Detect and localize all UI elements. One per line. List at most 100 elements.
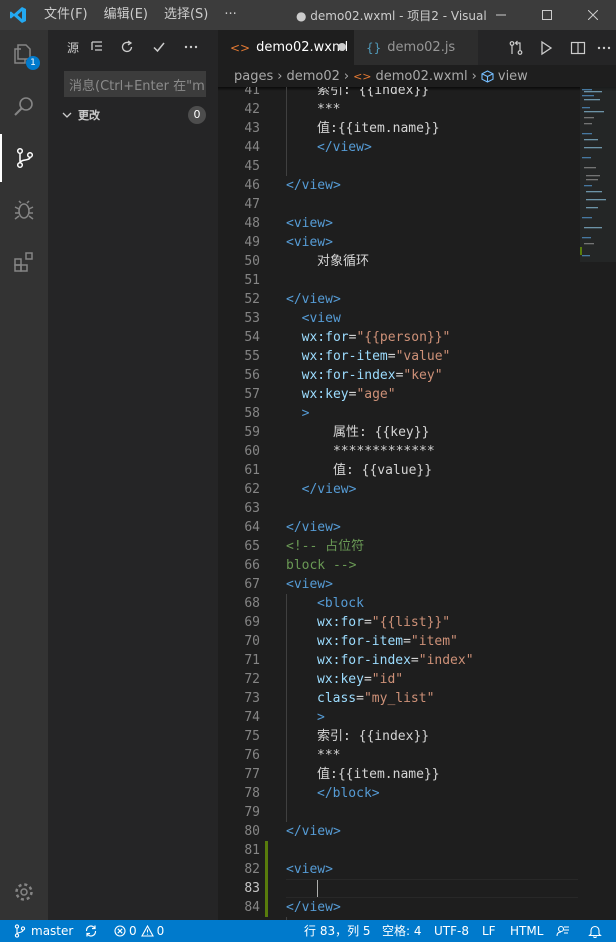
minimap[interactable] — [580, 87, 616, 287]
close-window-button[interactable] — [570, 0, 616, 30]
view-as-tree-icon[interactable] — [88, 38, 106, 56]
code-line[interactable]: 43 值:{{item.name}} — [218, 119, 578, 138]
code-line[interactable]: 80 </view> — [218, 822, 578, 841]
code-editor[interactable]: 41 索引: {{index}} 42 *** 43 值:{{item.name}} 44 <… — [218, 87, 616, 920]
language-mode[interactable]: HTML — [510, 920, 543, 942]
code-line[interactable]: 66 block --> — [218, 556, 578, 575]
more-actions-icon[interactable] — [182, 38, 200, 56]
source-control-sidebar: 源 消息(Ctrl+Enter 在"m... 更改 0 — [48, 30, 218, 920]
code-text: </view> — [286, 520, 341, 535]
menu-edit[interactable]: 编辑(E) — [96, 0, 156, 30]
code-line[interactable]: 77 值:{{item.name}} — [218, 765, 578, 784]
code-line[interactable]: 72 wx:key="id" — [218, 670, 578, 689]
commit-message-input[interactable]: 消息(Ctrl+Enter 在"m... — [64, 71, 206, 97]
code-line[interactable]: 70 wx:for-item="item" — [218, 632, 578, 651]
problems-status[interactable]: 0 0 — [114, 920, 164, 942]
code-line[interactable]: 59 属性: {{key}} — [218, 423, 578, 442]
code-line[interactable]: 55 wx:for-item="value" — [218, 347, 578, 366]
code-line[interactable]: 41 索引: {{index}} — [218, 87, 578, 100]
code-line[interactable]: 65 <!-- 占位符 — [218, 537, 578, 556]
tab-demo02-wxml[interactable]: <> demo02.wxml — [218, 30, 354, 65]
code-line[interactable]: 54 wx:for="{{person}}" — [218, 328, 578, 347]
code-text: 值:{{item.name}} — [317, 767, 440, 782]
changes-group[interactable]: 更改 0 — [48, 104, 218, 126]
tab-demo02-js[interactable]: {} demo02.js — [354, 30, 478, 65]
code-line[interactable]: 47 — [218, 195, 578, 214]
menu-selection[interactable]: 选择(S) — [156, 0, 216, 30]
code-line[interactable]: 69 wx:for="{{list}}" — [218, 613, 578, 632]
sync-button[interactable] — [84, 920, 98, 942]
error-icon — [114, 925, 126, 937]
feedback-button[interactable] — [556, 920, 570, 942]
code-line[interactable]: 52 </view> — [218, 290, 578, 309]
debug-icon[interactable] — [0, 186, 48, 234]
code-line[interactable]: 83 — [218, 879, 578, 898]
code-line[interactable]: 75 索引: {{index}} — [218, 727, 578, 746]
notifications-button[interactable] — [588, 920, 602, 942]
tab-label: demo02.js — [387, 40, 456, 55]
code-line[interactable]: 53 <view — [218, 309, 578, 328]
source-control-icon[interactable] — [0, 134, 48, 182]
code-line[interactable]: 62 </view> — [218, 480, 578, 499]
code-line[interactable]: 67 <view> — [218, 575, 578, 594]
breadcrumb-pages[interactable]: pages — [234, 69, 273, 84]
code-line[interactable]: 48 <view> — [218, 214, 578, 233]
code-text: wx:key="age" — [301, 387, 396, 402]
code-line[interactable]: 51 — [218, 271, 578, 290]
breadcrumb-file[interactable]: demo02.wxml — [376, 69, 468, 84]
code-line[interactable]: 57 wx:key="age" — [218, 385, 578, 404]
cursor-position[interactable]: 行 83，列 5 — [304, 920, 371, 942]
open-changes-icon[interactable] — [506, 38, 526, 58]
code-line[interactable]: 79 — [218, 803, 578, 822]
code-line[interactable]: 61 值: {{value}} — [218, 461, 578, 480]
search-icon[interactable] — [0, 82, 48, 130]
line-number: 81 — [244, 843, 260, 858]
extensions-icon[interactable] — [0, 238, 48, 286]
code-line[interactable]: 50 对象循环 — [218, 252, 578, 271]
line-number: 53 — [244, 311, 260, 326]
code-line[interactable]: 44 </view> — [218, 138, 578, 157]
code-line[interactable]: 84 </view> — [218, 898, 578, 917]
code-line[interactable]: 46 </view> — [218, 176, 578, 195]
code-text: block --> — [286, 558, 357, 573]
menu-more[interactable]: ··· — [216, 0, 244, 30]
code-line[interactable]: 45 — [218, 157, 578, 176]
eol-status[interactable]: LF — [482, 920, 496, 942]
run-icon[interactable] — [536, 38, 556, 58]
breadcrumb-demo02[interactable]: demo02 — [286, 69, 339, 84]
branch-status[interactable]: master — [14, 920, 73, 942]
maximize-button[interactable] — [524, 0, 570, 30]
code-line[interactable]: 58 > — [218, 404, 578, 423]
code-line[interactable]: 76 *** — [218, 746, 578, 765]
encoding-status[interactable]: UTF-8 — [434, 920, 469, 942]
unsaved-dot-icon[interactable] — [338, 43, 346, 51]
settings-gear-icon[interactable] — [0, 868, 48, 916]
indentation-status[interactable]: 空格: 4 — [382, 920, 422, 942]
code-line[interactable]: 42 *** — [218, 100, 578, 119]
code-line[interactable]: 71 wx:for-index="index" — [218, 651, 578, 670]
split-editor-icon[interactable] — [568, 38, 588, 58]
explorer-icon[interactable]: 1 — [0, 30, 48, 78]
commit-check-icon[interactable] — [150, 38, 168, 56]
indent-guide — [286, 87, 287, 176]
menu-file[interactable]: 文件(F) — [36, 0, 96, 30]
code-line[interactable]: 73 class="my_list" — [218, 689, 578, 708]
line-number: 64 — [244, 520, 260, 535]
line-number: 62 — [244, 482, 260, 497]
code-line[interactable]: 74 > — [218, 708, 578, 727]
line-number: 50 — [244, 254, 260, 269]
code-line[interactable]: 63 — [218, 499, 578, 518]
code-line[interactable]: 60 ************* — [218, 442, 578, 461]
code-line[interactable]: 81 — [218, 841, 578, 860]
code-line[interactable]: 82 <view> — [218, 860, 578, 879]
refresh-icon[interactable] — [118, 38, 136, 56]
code-line[interactable]: 64 </view> — [218, 518, 578, 537]
breadcrumb-symbol[interactable]: view — [498, 69, 528, 84]
code-line[interactable]: 68 <block — [218, 594, 578, 613]
code-line[interactable]: 78 </block> — [218, 784, 578, 803]
minimize-button[interactable] — [478, 0, 524, 30]
line-number: 63 — [244, 501, 260, 516]
code-line[interactable]: 49 <view> — [218, 233, 578, 252]
code-line[interactable]: 56 wx:for-index="key" — [218, 366, 578, 385]
editor-more-icon[interactable] — [594, 38, 614, 58]
